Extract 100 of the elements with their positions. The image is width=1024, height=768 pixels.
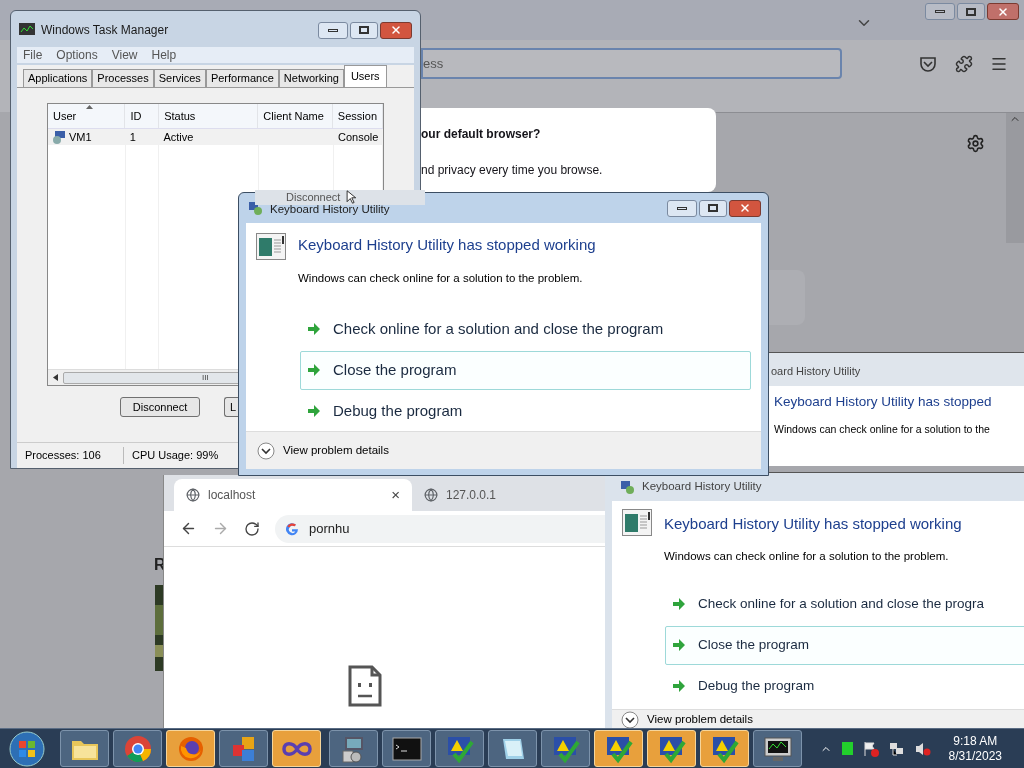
table-cell-text: 1 [129,129,136,145]
tab[interactable]: Services [153,69,206,87]
pocket-icon[interactable] [919,56,937,72]
expand-icon[interactable] [257,441,275,460]
app-icon [620,479,636,495]
details-link[interactable]: View problem details [647,711,753,727]
tab-close[interactable]: × [391,483,400,507]
window-title: Windows Task Manager [41,22,170,39]
tab[interactable]: Applications [23,69,93,87]
sad-page-icon [347,665,382,707]
details-link[interactable]: View problem details [283,441,389,460]
tab[interactable]: Performance [205,69,279,87]
arrow-icon [672,597,686,612]
tab[interactable]: Users [343,65,387,87]
scroll-left-icon[interactable] [53,374,58,381]
window-title: oard History Utility [770,364,862,379]
cursor-icon [346,190,356,204]
dialog-message: Windows can check online for a solution to the [774,422,991,438]
column-header[interactable]: Client Name [258,104,333,128]
dialog-option[interactable]: Check online for a solution and close the program [300,309,751,349]
card-text: our default browser? [421,126,542,143]
network-icon[interactable] [888,740,905,757]
column-header[interactable]: ID [125,104,160,128]
column-header[interactable]: User [48,104,126,128]
card-text: nd privacy every time you browse. [421,162,604,179]
taskbar-button[interactable] [382,730,431,767]
minimize-button[interactable] [667,199,697,217]
omnibox-text: pornhu [309,519,350,538]
dialog-option[interactable]: Check online for a solution and close the progra [665,584,1024,624]
taskbar-button[interactable] [435,730,484,767]
maximize-button[interactable] [957,3,985,20]
table-cell-text: Console [337,129,379,145]
dialog-option[interactable]: Close the program [665,625,1024,665]
arrow-icon [672,638,686,653]
program-icon [622,509,652,536]
tab[interactable]: Networking [278,69,344,87]
console-icon [391,736,422,761]
maximize-button[interactable] [350,21,378,39]
disconnect-button[interactable]: Disconnect [120,397,200,417]
status-text: CPU Usage: 99% [131,448,219,464]
status-square-icon[interactable] [841,742,853,755]
scroll-grip: III [202,371,209,384]
start-button[interactable] [8,729,46,768]
back-icon[interactable] [180,520,197,537]
menu-item[interactable]: Help [151,46,177,64]
taskbar-button[interactable] [488,730,537,767]
table-row[interactable]: VM1 1 Active Console [48,129,383,145]
chrome-icon [122,733,153,764]
dialog-heading: Keyboard History Utility has stopped working [298,235,596,255]
extensions-icon[interactable] [955,55,973,73]
menu-item[interactable]: View [111,46,138,64]
status-text: Processes: 106 [17,447,124,464]
settings-icon[interactable] [966,134,985,153]
dialog-heading: Keyboard History Utility has stopped working [664,514,962,534]
globe-icon [186,488,200,502]
taskbar-button[interactable] [541,730,590,767]
dialog-option[interactable]: Debug the program [665,666,1024,706]
dialog-option[interactable]: Debug the program [300,391,751,431]
speaker-muted-icon[interactable] [914,740,931,757]
dialog-message: Windows can check online for a solution to the problem. [664,548,950,564]
browser-tab[interactable]: localhost × [174,479,412,511]
logoff-button[interactable]: L [224,397,238,417]
clock-date[interactable]: 8/31/2023 [948,748,1002,764]
tooltip: Disconnect [255,190,425,205]
tab-title: localhost [208,487,257,504]
table-cell-text: Active [163,129,194,145]
browser-tab[interactable]: 127.0.0.1 [412,479,592,511]
expand-icon[interactable] [621,711,639,729]
clock-time[interactable]: 9:18 AM [953,733,998,749]
task-manager-icon [19,23,35,37]
address-field[interactable]: ess [421,48,842,79]
close-button[interactable] [380,21,412,39]
minimize-button[interactable] [925,3,955,20]
reload-icon[interactable] [244,520,260,537]
sort-icon [86,105,93,109]
close-icon [390,24,402,36]
arrow-icon [307,404,321,419]
menu-icon[interactable] [990,55,1008,73]
close-button[interactable] [729,199,761,217]
program-icon [256,233,286,260]
google-icon [285,521,299,536]
arrow-icon [307,363,321,378]
arrow-icon [307,322,321,337]
monitor-icon [762,734,793,763]
dialog-message: Windows can check online for a solution to the problem. [298,270,584,286]
minimize-button[interactable] [318,21,348,39]
menu-item[interactable]: File [23,46,43,64]
column-header[interactable]: Status [159,104,259,128]
dialog-option[interactable]: Close the program [300,350,751,390]
column-header[interactable]: Session [332,104,383,128]
scrollbar[interactable] [1006,113,1024,243]
menu-item[interactable]: Options [56,46,98,64]
tab[interactable]: Processes [92,69,154,87]
close-button[interactable] [987,3,1019,20]
maximize-button[interactable] [699,199,727,217]
arrow-icon [672,679,686,694]
taskbar-button[interactable] [753,730,802,767]
window-title: Keyboard History Utility [642,479,762,495]
omnibox[interactable]: pornhu [275,514,605,543]
flag-icon[interactable] [862,740,879,757]
